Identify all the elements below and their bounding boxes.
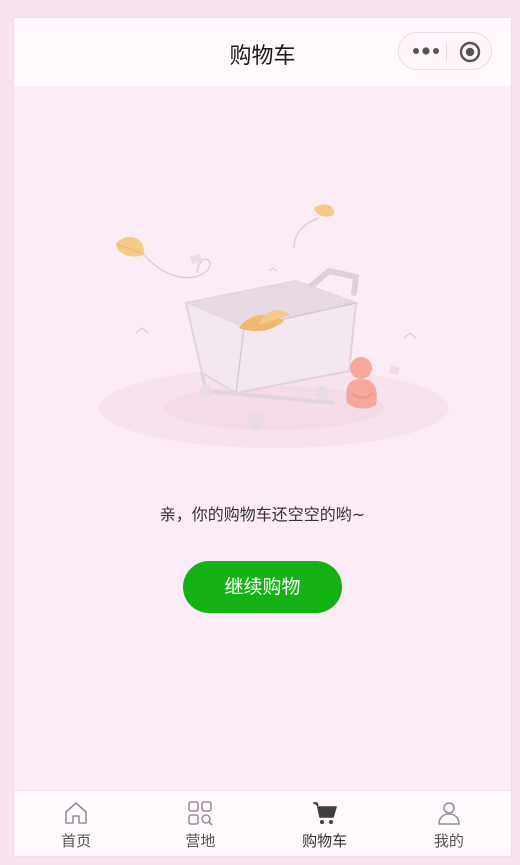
target-circle-icon[interactable]: [459, 41, 481, 63]
navigation-bar: 购物车: [14, 18, 511, 86]
mini-program-capsule: [398, 32, 492, 70]
more-dots-icon[interactable]: [412, 44, 440, 58]
capsule-divider: [446, 43, 447, 61]
continue-shopping-button[interactable]: 继续购物: [183, 561, 342, 613]
tab-mine[interactable]: 我的: [387, 791, 511, 856]
grid-search-icon: [188, 801, 213, 826]
tab-label-camp: 营地: [185, 832, 216, 850]
empty-cart-illustration: [99, 204, 449, 448]
home-icon: [65, 802, 87, 824]
empty-cart-message: 亲，你的购物车还空空的哟~: [159, 505, 366, 524]
user-icon: [438, 802, 460, 825]
tab-camp[interactable]: 营地: [138, 791, 262, 856]
tab-cart[interactable]: 购物车: [263, 791, 387, 856]
tab-label-cart: 购物车: [302, 832, 348, 850]
tab-bar: 首页 营地 购物车 我的: [14, 790, 511, 856]
tab-label-home: 首页: [61, 832, 92, 850]
tab-label-mine: 我的: [433, 832, 464, 850]
phone-screen: 购物车 亲，你的购物车还空空的哟~ 继续购物 首页 营地 购物车 我的: [14, 18, 511, 856]
cart-icon: [312, 802, 337, 824]
tab-home[interactable]: 首页: [14, 791, 138, 856]
